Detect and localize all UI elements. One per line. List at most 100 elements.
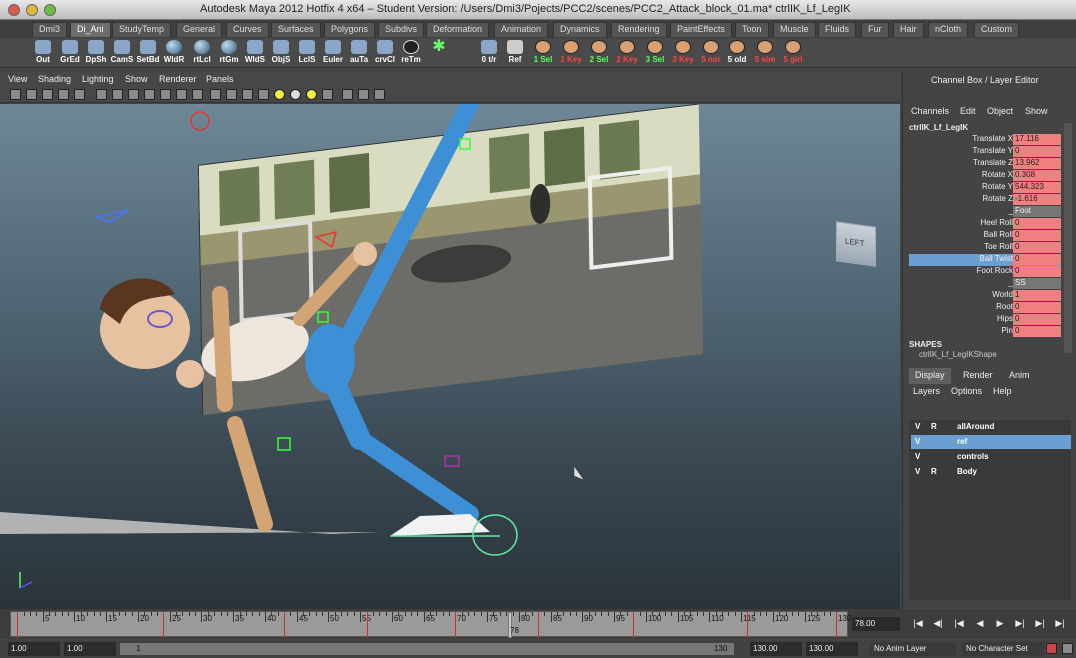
- layer-row-allaround[interactable]: V R allAround: [911, 420, 1071, 434]
- step-forward-key-button[interactable]: ▶|: [1034, 618, 1046, 630]
- shelf-tab-rendering[interactable]: Rendering: [611, 22, 667, 37]
- shelf-button-3sel[interactable]: 3 Sel: [642, 39, 668, 67]
- attr-foot-rock[interactable]: Foot Rock 0: [909, 266, 1061, 278]
- field-chart-icon[interactable]: [160, 89, 171, 100]
- attr-rotate-z[interactable]: Rotate Z -1.616: [909, 194, 1061, 206]
- attr-translate-x[interactable]: Translate X 17.116: [909, 134, 1061, 146]
- channel-box-menu-show[interactable]: Show: [1025, 106, 1048, 116]
- time-slider-track[interactable]: 78 5101520253035404550556065707580859095…: [10, 611, 851, 638]
- attr-ball-roll[interactable]: Ball Roll 0: [909, 230, 1061, 242]
- viewcube[interactable]: LEFT: [836, 221, 876, 267]
- menu-lighting[interactable]: Lighting: [82, 74, 114, 84]
- bookmark-icon[interactable]: [42, 89, 53, 100]
- zoom-window-button[interactable]: [44, 4, 56, 16]
- shelf-tab-ncloth[interactable]: nCloth: [928, 22, 969, 37]
- gate-mask-icon[interactable]: [144, 89, 155, 100]
- layer-tab-render[interactable]: Render: [957, 368, 999, 384]
- menu-renderer[interactable]: Renderer: [159, 74, 197, 84]
- attr-heel-roll[interactable]: Heel Roll 0: [909, 218, 1061, 230]
- shelf-button-5girl[interactable]: 5 girl: [780, 39, 806, 67]
- attr-toe-roll[interactable]: Toe Roll 0: [909, 242, 1061, 254]
- go-to-start-button[interactable]: |◀: [912, 618, 924, 630]
- close-window-button[interactable]: [8, 4, 20, 16]
- menu-panels[interactable]: Panels: [206, 74, 234, 84]
- auto-key-icon[interactable]: [1046, 643, 1057, 654]
- shelf-tab-fluids[interactable]: Fluids: [818, 22, 857, 37]
- attr-translate-y[interactable]: Translate Y0: [909, 146, 1061, 158]
- shelf-tab-di-ani[interactable]: Di_Ani: [70, 22, 111, 37]
- knee-control[interactable]: [277, 437, 291, 451]
- select-camera-icon[interactable]: [10, 89, 21, 100]
- shelf-button-5sim[interactable]: 5 sim: [752, 39, 778, 67]
- play-backwards-button[interactable]: ◀: [974, 618, 986, 630]
- shelf-button-star[interactable]: ✱: [426, 39, 452, 67]
- shelf-button-crvcl[interactable]: crvCl: [372, 39, 398, 67]
- layer-menu-options[interactable]: Options: [951, 386, 982, 396]
- head-control[interactable]: [190, 111, 210, 131]
- range-slider-bar[interactable]: 1 130: [120, 643, 734, 655]
- attr-root[interactable]: Root 0: [909, 302, 1061, 314]
- menu-view[interactable]: View: [8, 74, 27, 84]
- layer-menu-help[interactable]: Help: [993, 386, 1012, 396]
- character-set-dropdown[interactable]: No Character Set: [962, 642, 1044, 656]
- shelf-tab-hair[interactable]: Hair: [893, 22, 924, 37]
- current-frame-field[interactable]: 78.00: [852, 617, 900, 631]
- layer-tab-display[interactable]: Display: [909, 368, 951, 384]
- shelf-tab-painteffects[interactable]: PaintEffects: [670, 22, 732, 37]
- layer-tab-anim[interactable]: Anim: [1003, 368, 1036, 384]
- wireframe-on-shaded-icon[interactable]: [242, 89, 253, 100]
- default-light-icon[interactable]: [274, 89, 285, 100]
- channel-box-menu-object[interactable]: Object: [987, 106, 1013, 116]
- spine-control[interactable]: [459, 138, 471, 150]
- xray-icon[interactable]: [342, 89, 353, 100]
- layer-reference-toggle[interactable]: R: [931, 422, 937, 431]
- shelf-tab-fur[interactable]: Fur: [861, 22, 889, 37]
- shelf-button-euler[interactable]: Euler: [320, 39, 346, 67]
- shelf-button-setBd[interactable]: SetBd: [135, 39, 161, 67]
- shelf-button-ref[interactable]: Ref: [502, 39, 528, 67]
- layer-row-controls[interactable]: V controls: [911, 450, 1071, 464]
- preferences-icon[interactable]: [1062, 643, 1073, 654]
- step-back-key-button[interactable]: ◀|: [932, 618, 944, 630]
- step-forward-frame-button[interactable]: ▶|: [1014, 618, 1026, 630]
- shelf-button-dpSh[interactable]: DpSh: [83, 39, 109, 67]
- shelf-button-rtLcl[interactable]: rtLcl: [189, 39, 215, 67]
- shelf-tab-toon[interactable]: Toon: [735, 22, 769, 37]
- channel-box-menu-edit[interactable]: Edit: [960, 106, 976, 116]
- shelf-tab-surfaces[interactable]: Surfaces: [271, 22, 321, 37]
- playback-end-field[interactable]: 130.00: [750, 642, 802, 656]
- attr-ball-twist[interactable]: Ball Twist 0: [909, 254, 1061, 266]
- shelf-button-objS[interactable]: ObjS: [268, 39, 294, 67]
- foot-ik-control[interactable]: [472, 514, 518, 556]
- shelf-tab-subdivs[interactable]: Subdivs: [378, 22, 425, 37]
- shelf-button-grEd[interactable]: GrEd: [57, 39, 83, 67]
- shelf-tab-deformation[interactable]: Deformation: [426, 22, 490, 37]
- menu-show[interactable]: Show: [125, 74, 148, 84]
- camera-attributes-icon[interactable]: [26, 89, 37, 100]
- play-forwards-button[interactable]: ▶: [994, 618, 1006, 630]
- grid-icon[interactable]: [96, 89, 107, 100]
- layer-row-ref[interactable]: V ref: [911, 435, 1071, 449]
- wireframe-icon[interactable]: [210, 89, 221, 100]
- shelf-button-5nor[interactable]: 5 nor: [698, 39, 724, 67]
- layer-visibility-toggle[interactable]: V: [915, 467, 920, 476]
- shelf-tab-muscle[interactable]: Muscle: [773, 22, 816, 37]
- shelf-button-wldR[interactable]: WldR: [161, 39, 187, 67]
- attr-world[interactable]: World 1: [909, 290, 1061, 302]
- shelf-button-camS[interactable]: CamS: [109, 39, 135, 67]
- smooth-shade-icon[interactable]: [226, 89, 237, 100]
- image-plane-icon[interactable]: [58, 89, 69, 100]
- film-gate-icon[interactable]: [112, 89, 123, 100]
- shelf-tab-custom[interactable]: Custom: [974, 22, 1020, 37]
- shelf-tab-polygons[interactable]: Polygons: [324, 22, 376, 37]
- safe-action-icon[interactable]: [176, 89, 187, 100]
- textured-icon[interactable]: [258, 89, 269, 100]
- two-d-pan-icon[interactable]: [74, 89, 85, 100]
- go-to-end-button[interactable]: ▶|: [1054, 618, 1066, 630]
- shelf-tab-animation[interactable]: Animation: [494, 22, 549, 37]
- shelf-tab-studytemp[interactable]: StudyTemp: [112, 22, 172, 37]
- shelf-button-0tr[interactable]: 0 t/r: [476, 39, 502, 67]
- shelf-button-2key[interactable]: 2 Key: [614, 39, 640, 67]
- isolate-select-icon[interactable]: [322, 89, 333, 100]
- shelf-button-1sel[interactable]: 1 Sel: [530, 39, 556, 67]
